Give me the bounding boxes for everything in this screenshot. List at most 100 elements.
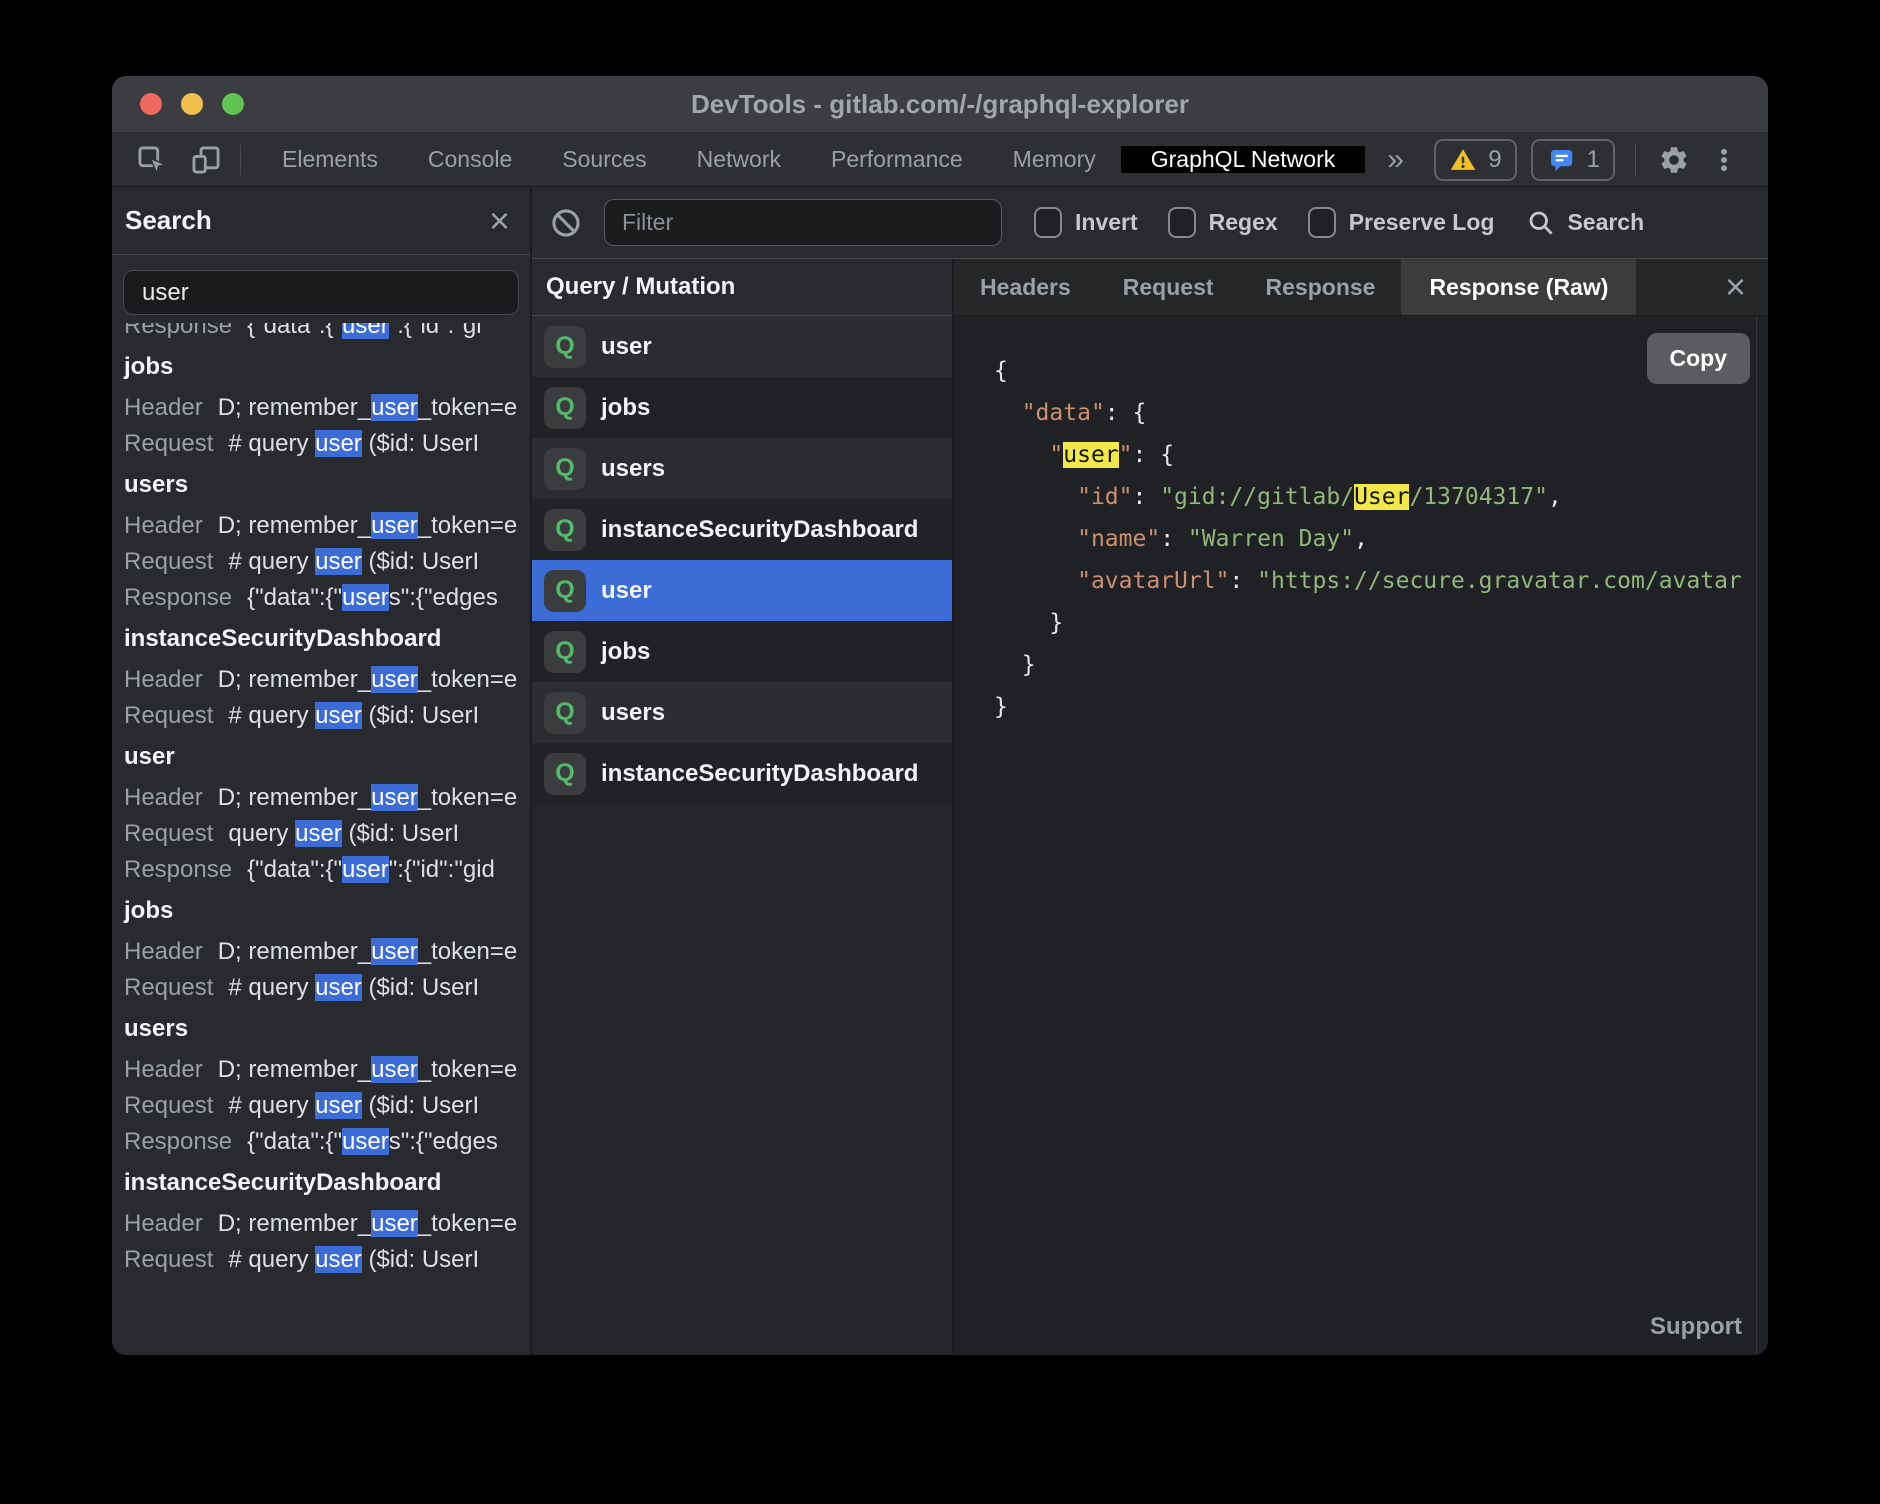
result-text: D; remember_ [218,784,371,811]
result-row-value: {"data":{"user":{"id":"gi [247,323,481,339]
search-result-row[interactable]: HeaderD; remember_user_token=e [124,1206,530,1242]
zoom-button[interactable] [222,93,244,115]
query-list-item[interactable]: Quser [532,316,952,377]
query-list-item[interactable]: Qjobs [532,621,952,682]
search-input-row [112,255,530,323]
code-line: } [994,644,1728,686]
result-section-title: instanceSecurityDashboard [124,1160,530,1206]
result-text: _token=e [418,784,517,811]
detail-close-icon[interactable]: × [1725,269,1746,305]
search-input[interactable] [123,270,519,315]
title-bar: DevTools - gitlab.com/-/graphql-explorer [112,76,1768,133]
support-link[interactable]: Support [1650,1313,1742,1341]
result-row-label: Header [124,1056,203,1083]
code-line: { [994,350,1728,392]
tabbar-status-group: 9 1 [1434,139,1768,181]
tab-sources[interactable]: Sources [537,133,671,186]
inspect-element-icon[interactable] [134,142,170,178]
code-line: } [994,602,1728,644]
minimize-button[interactable] [181,93,203,115]
search-result-row[interactable]: Request# query user ($id: UserI [124,698,530,734]
checkbox-invert[interactable]: Invert [1034,207,1138,238]
search-result-row[interactable]: Response {"data":{"user":{"id":"gid [124,852,530,888]
copy-button[interactable]: Copy [1647,333,1751,384]
search-highlight: user [1063,442,1118,468]
code-token: : [1229,568,1257,594]
code-token: " [1049,442,1063,468]
search-result-row[interactable]: HeaderD; remember_user_token=e [124,934,530,970]
search-result-row[interactable]: Request# query user ($id: UserI [124,426,530,462]
search-panel-title: Search [125,205,212,236]
search-result-row[interactable]: HeaderD; remember_user_token=e [124,508,530,544]
query-type-icon: Q [544,631,586,673]
result-row-value: {"data":{"user":{"id":"gid [247,856,495,883]
result-text: ($id: UserI [362,1246,479,1273]
result-text: {"data":{" [247,323,342,339]
clear-log-icon[interactable] [548,205,584,241]
result-text: _token=e [418,394,517,421]
result-row-label: Response [124,856,232,883]
code-token: : { [1133,442,1175,468]
search-result-row[interactable]: HeaderD; remember_user_token=e [124,390,530,426]
settings-gear-icon[interactable] [1656,142,1692,178]
response-tab-request[interactable]: Request [1097,259,1240,315]
device-toolbar-icon[interactable] [188,142,224,178]
result-text: D; remember_ [218,394,371,421]
query-list-item[interactable]: Quser [532,560,952,621]
filter-input[interactable] [604,199,1002,246]
network-area: Invert Regex Preserve Log Search Query / M… [532,187,1768,1355]
highlighted-match: user [315,702,362,729]
code-token: "id" [1077,484,1132,510]
tab-network[interactable]: Network [672,133,806,186]
more-tabs-chevron-icon[interactable]: » [1365,143,1426,177]
search-close-icon[interactable]: × [489,203,510,239]
issues-badge[interactable]: 1 [1531,139,1615,181]
checkbox-preserve-log[interactable]: Preserve Log [1308,207,1495,238]
query-name: jobs [601,638,650,666]
search-result-row[interactable]: Requestquery user ($id: UserI [124,816,530,852]
query-list-item[interactable]: Qjobs [532,377,952,438]
query-list-item[interactable]: Qusers [532,438,952,499]
checkbox-label: Regex [1209,209,1278,236]
tab-response-raw[interactable]: Response (Raw) [1401,259,1636,315]
search-result-row[interactable]: Request# query user ($id: UserI [124,1088,530,1124]
result-section-title: instanceSecurityDashboard [124,616,530,662]
message-icon [1546,145,1576,175]
warnings-badge[interactable]: 9 [1434,139,1516,181]
search-result-row[interactable]: Request# query user ($id: UserI [124,970,530,1006]
search-icon [1526,208,1556,238]
result-text: D; remember_ [218,1056,371,1083]
search-result-row[interactable]: HeaderD; remember_user_token=e [124,662,530,698]
query-mutation-header: Query / Mutation [532,259,952,316]
close-button[interactable] [140,93,162,115]
search-result-row[interactable]: Request# query user ($id: UserI [124,1242,530,1278]
tabbar-tabs: ElementsConsoleSourcesNetworkPerformance… [257,133,1121,186]
tab-elements[interactable]: Elements [257,133,403,186]
search-result-row[interactable]: Header D; remember_user_token=e [124,1052,530,1088]
result-row-label: Header [124,1210,203,1237]
tab-console[interactable]: Console [403,133,537,186]
query-list-item[interactable]: QinstanceSecurityDashboard [532,499,952,560]
query-list-item[interactable]: Qusers [532,682,952,743]
response-scrollbar[interactable] [1756,316,1768,1355]
search-panel: Search × Response{"data":{"user":{"id":"… [112,187,532,1355]
response-tab-response[interactable]: Response [1240,259,1402,315]
response-tab-headers[interactable]: Headers [954,259,1097,315]
search-result-row[interactable]: Response{"data":{"user":{"id":"gi [124,323,530,344]
toolbar-search-button[interactable]: Search [1526,208,1644,238]
query-list-item[interactable]: QinstanceSecurityDashboard [532,743,952,804]
kebab-menu-icon[interactable] [1706,142,1742,178]
code-line: "data": { [994,392,1728,434]
response-detail-panel: HeadersRequestResponse Response (Raw) × … [954,259,1768,1355]
result-text: D; remember_ [218,938,371,965]
tab-graphql-network[interactable]: GraphQL Network [1121,146,1366,173]
search-result-row[interactable]: HeaderD; remember_user_token=e [124,780,530,816]
tab-performance[interactable]: Performance [806,133,988,186]
search-result-row[interactable]: Request# query user ($id: UserI [124,544,530,580]
search-result-row[interactable]: Response{"data":{"users":{"edges [124,1124,530,1160]
search-result-row[interactable]: Response{"data":{"users":{"edges [124,580,530,616]
checkbox-regex[interactable]: Regex [1168,207,1278,238]
result-row-value: D; remember_user_token=e [218,1056,517,1083]
tab-memory[interactable]: Memory [988,133,1121,186]
result-text: # query [228,548,315,575]
